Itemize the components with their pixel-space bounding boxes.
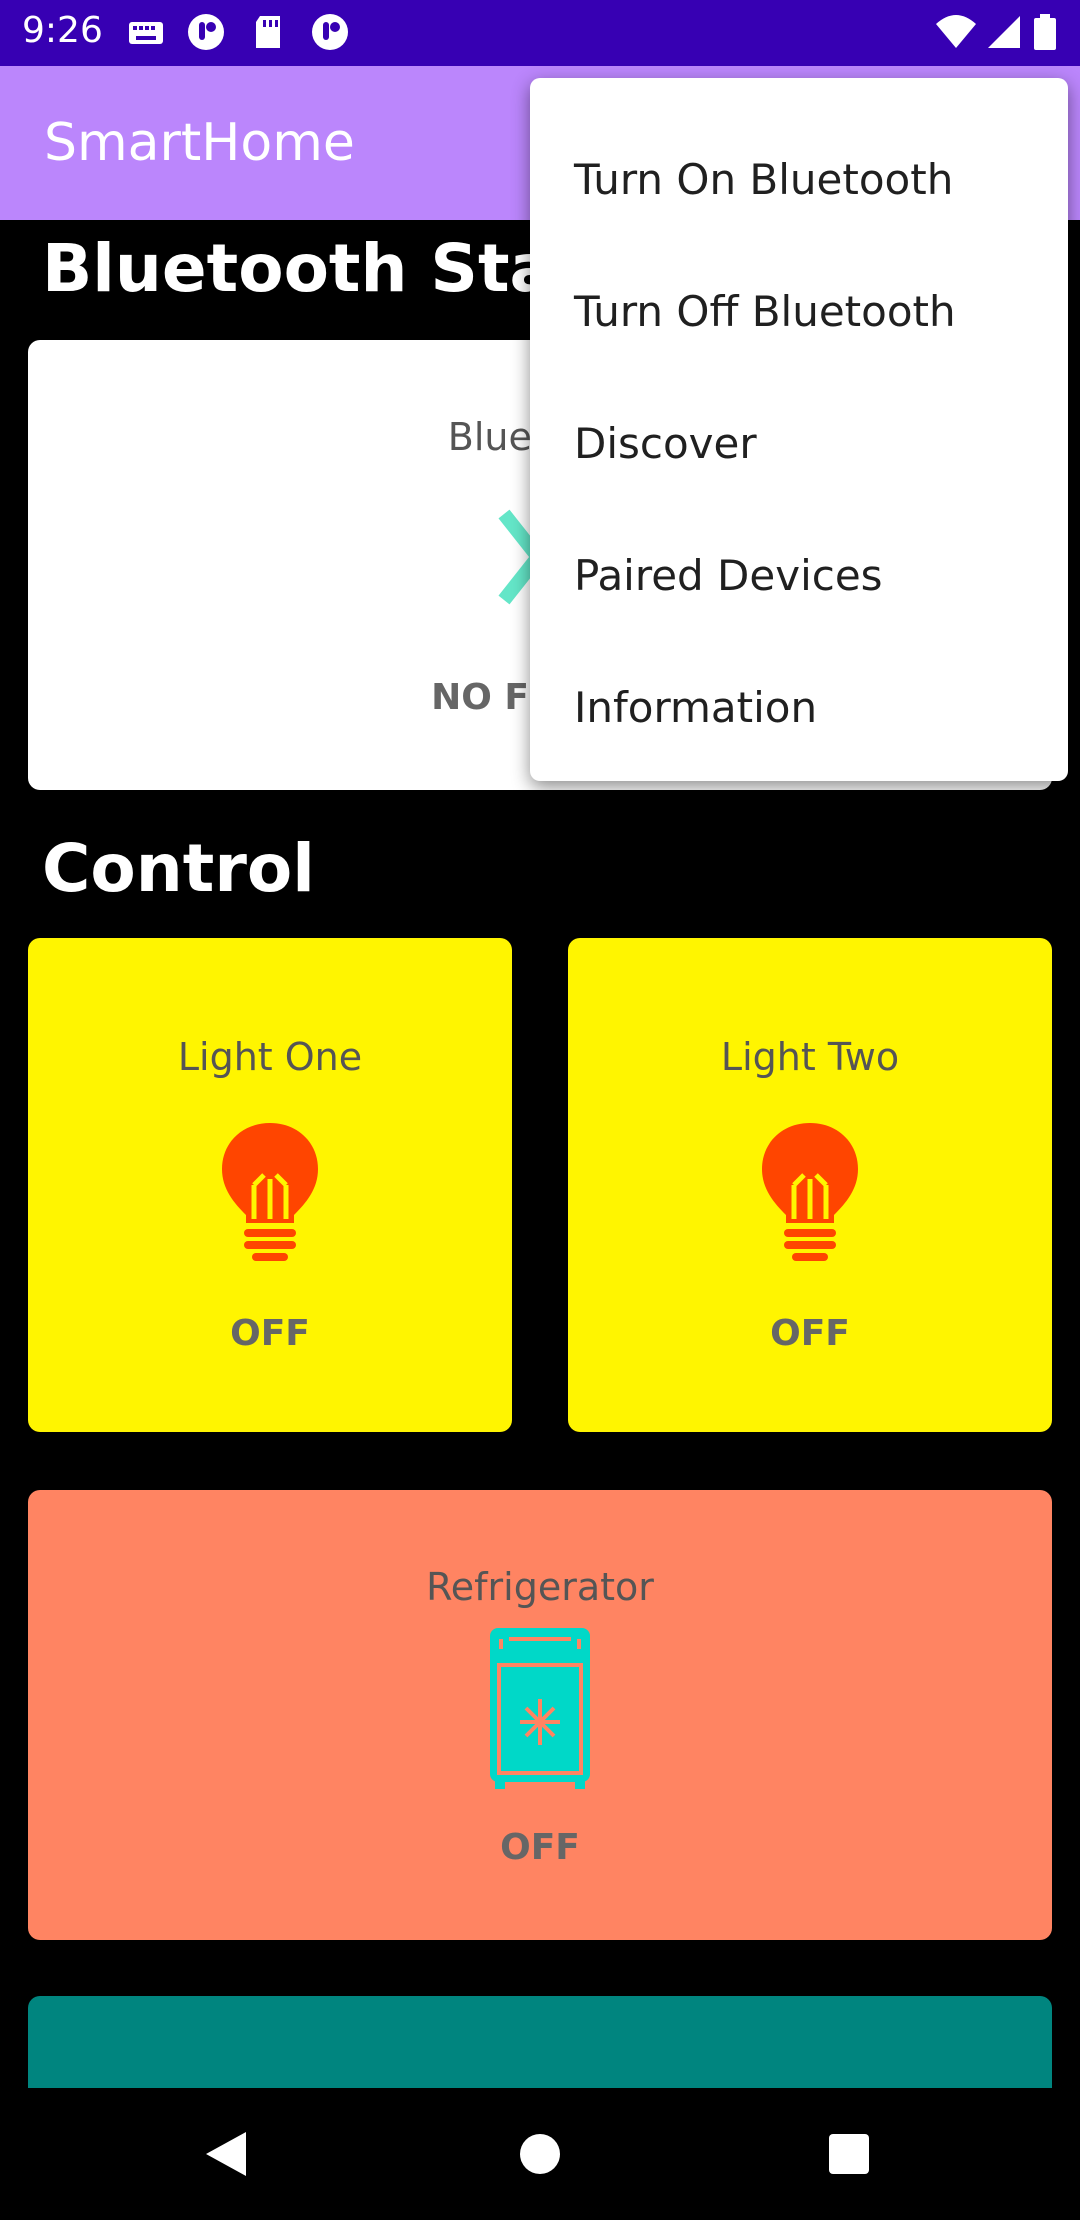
menu-item-turn-on-bluetooth[interactable]: Turn On Bluetooth: [530, 114, 1068, 246]
refrigerator-card[interactable]: Refrigerator OFF: [28, 1490, 1052, 1940]
light-one-label: Light One: [177, 1035, 363, 1079]
teal-device-card[interactable]: [28, 1996, 1052, 2088]
control-heading: Control: [42, 830, 315, 907]
signal-icon: [988, 16, 1020, 48]
app-notification-icon: [188, 14, 224, 50]
refrigerator-state: OFF: [500, 1827, 580, 1868]
light-one-card[interactable]: Light One OFF: [28, 938, 512, 1432]
wifi-icon: [936, 15, 976, 48]
overflow-menu: Turn On Bluetooth Turn Off Bluetooth Dis…: [530, 78, 1068, 781]
status-bar: 9:26: [0, 0, 1080, 66]
back-icon[interactable]: [200, 2128, 250, 2180]
recents-icon[interactable]: [828, 2133, 870, 2175]
light-bulb-icon: [222, 1123, 318, 1261]
status-time: 9:26: [22, 10, 103, 51]
navigation-bar: [0, 2088, 1080, 2220]
menu-item-turn-off-bluetooth[interactable]: Turn Off Bluetooth: [530, 246, 1068, 378]
light-two-label: Light Two: [720, 1035, 900, 1079]
keyboard-icon: [129, 22, 163, 44]
light-bulb-icon: [762, 1123, 858, 1261]
light-two-card[interactable]: Light Two OFF: [568, 938, 1052, 1432]
light-one-state: OFF: [230, 1313, 310, 1354]
home-icon[interactable]: [518, 2132, 562, 2176]
app-title: SmartHome: [44, 113, 355, 173]
sd-card-icon: [256, 16, 280, 48]
menu-item-paired-devices[interactable]: Paired Devices: [530, 510, 1068, 642]
light-two-state: OFF: [770, 1313, 850, 1354]
battery-icon: [1034, 14, 1056, 50]
refrigerator-icon: [490, 1628, 590, 1789]
refrigerator-label: Refrigerator: [426, 1565, 654, 1609]
menu-item-discover[interactable]: Discover: [530, 378, 1068, 510]
menu-item-information[interactable]: Information: [530, 642, 1068, 774]
app-notification-icon: [312, 14, 348, 50]
